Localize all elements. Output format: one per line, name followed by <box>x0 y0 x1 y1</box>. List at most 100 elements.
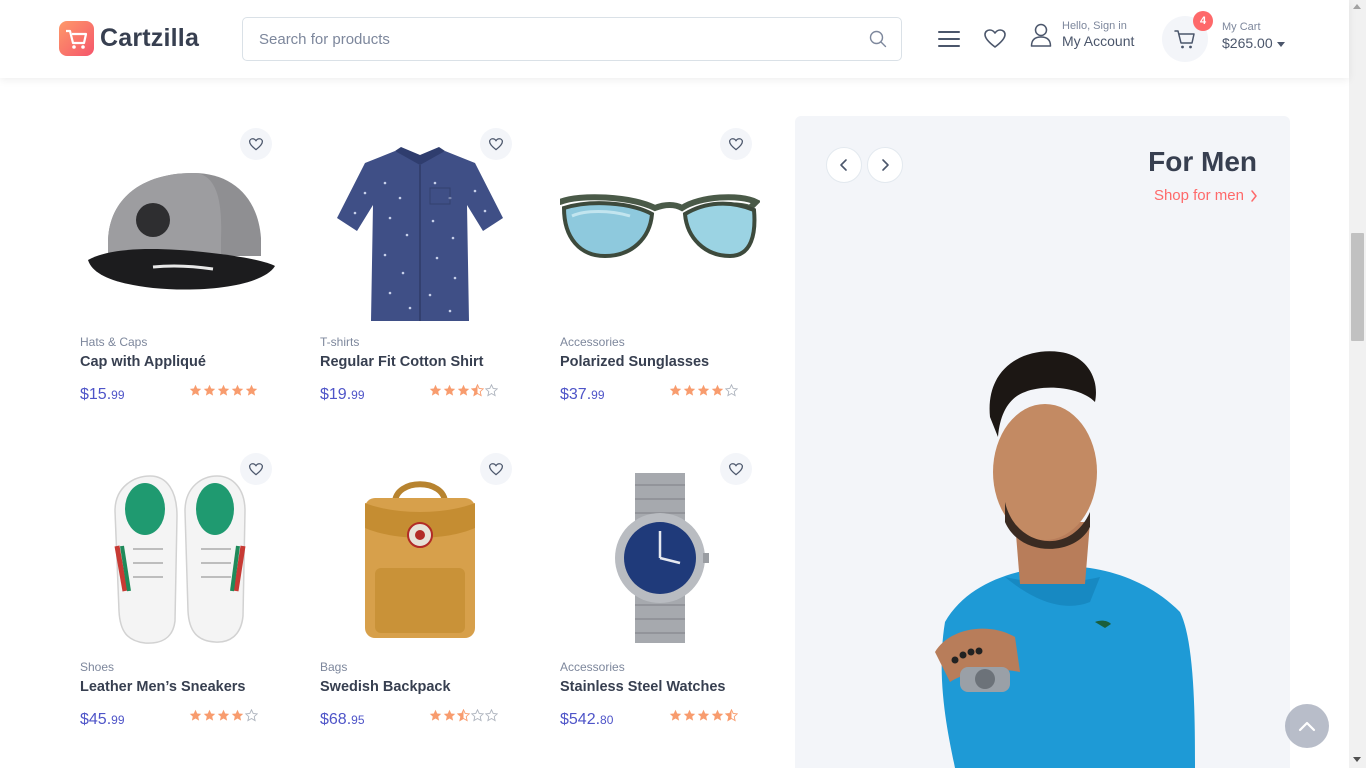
product-price: $68.95 <box>320 711 365 729</box>
star-filled-icon <box>429 384 442 396</box>
star-filled-icon <box>217 384 230 396</box>
product-category[interactable]: Shoes <box>80 660 114 674</box>
search-input[interactable] <box>243 18 843 60</box>
star-filled-icon <box>189 709 202 721</box>
product-category[interactable]: Accessories <box>560 660 625 674</box>
star-filled-icon <box>683 709 696 721</box>
star-filled-icon <box>443 384 456 396</box>
price-main: $68. <box>320 711 352 728</box>
product-card[interactable]: Accessories Stainless Steel Watches $542… <box>560 453 760 753</box>
star-empty-icon <box>485 384 498 397</box>
star-filled-icon <box>697 384 710 396</box>
product-name[interactable]: Stainless Steel Watches <box>560 679 725 695</box>
product-image-sneakers[interactable] <box>80 463 280 653</box>
star-filled-icon <box>429 709 442 721</box>
product-image-sunglasses[interactable] <box>560 138 760 328</box>
search-bar <box>242 17 902 61</box>
chevron-left-icon <box>840 159 847 171</box>
product-rating <box>429 709 498 722</box>
promo-title: For Men <box>1148 146 1257 177</box>
page-scrollbar[interactable] <box>1349 0 1366 768</box>
star-filled-icon <box>457 384 470 396</box>
product-category[interactable]: Hats & Caps <box>80 335 147 349</box>
product-name[interactable]: Leather Men’s Sneakers <box>80 679 245 695</box>
price-main: $542. <box>560 711 601 728</box>
product-image-shirt[interactable] <box>320 138 520 328</box>
star-filled-icon <box>245 384 258 396</box>
product-category[interactable]: Bags <box>320 660 347 674</box>
price-cents: 95 <box>351 713 365 727</box>
account-label: My Account <box>1062 33 1135 50</box>
cart-logo-icon <box>59 21 94 56</box>
product-rating <box>189 384 258 397</box>
star-filled-icon <box>697 709 710 721</box>
star-empty-icon <box>725 384 738 397</box>
product-price: $542.80 <box>560 711 613 729</box>
star-empty-icon <box>471 709 484 722</box>
scrollbar-thumb[interactable] <box>1351 233 1364 341</box>
product-price: $37.99 <box>560 386 605 404</box>
product-price: $45.99 <box>80 711 125 729</box>
product-category[interactable]: Accessories <box>560 335 625 349</box>
logo[interactable]: Cartzilla <box>59 21 199 56</box>
price-main: $37. <box>560 386 592 403</box>
star-empty-icon <box>485 709 498 722</box>
price-main: $19. <box>320 386 352 403</box>
product-name[interactable]: Polarized Sunglasses <box>560 354 709 370</box>
product-image-backpack[interactable] <box>320 463 520 653</box>
cart-total-dropdown[interactable]: $265.00 <box>1222 35 1285 53</box>
menu-icon[interactable] <box>938 30 960 48</box>
star-filled-icon <box>711 709 724 721</box>
star-half-icon <box>457 709 470 722</box>
promo-banner-men: For Men Shop for men <box>795 116 1290 768</box>
star-filled-icon <box>711 384 724 396</box>
scroll-to-top-button[interactable] <box>1285 704 1329 748</box>
star-filled-icon <box>189 384 202 396</box>
star-filled-icon <box>203 709 216 721</box>
product-price: $19.99 <box>320 386 365 404</box>
product-category[interactable]: T-shirts <box>320 335 359 349</box>
product-name[interactable]: Swedish Backpack <box>320 679 451 695</box>
product-card[interactable]: T-shirts Regular Fit Cotton Shirt $19.99 <box>320 128 520 428</box>
star-filled-icon <box>669 709 682 721</box>
product-image-watch[interactable] <box>560 463 760 653</box>
header: Cartzilla Hello, Sign in My Account <box>0 0 1349 78</box>
star-filled-icon <box>683 384 696 396</box>
product-card[interactable]: Accessories Polarized Sunglasses $37.99 <box>560 128 760 428</box>
chevron-right-icon <box>882 159 889 171</box>
star-filled-icon <box>669 384 682 396</box>
caret-down-icon <box>1276 41 1285 47</box>
scroll-up-arrow-icon[interactable] <box>1353 4 1361 9</box>
product-image-cap[interactable] <box>80 138 280 328</box>
carousel-prev-button[interactable] <box>826 147 862 183</box>
cart-total: $265.00 <box>1222 34 1273 51</box>
price-cents: 80 <box>600 713 614 727</box>
product-card[interactable]: Shoes Leather Men’s Sneakers $45.99 <box>80 453 280 753</box>
cart-icon-wrapper[interactable]: 4 <box>1162 11 1213 62</box>
scroll-down-arrow-icon[interactable] <box>1353 757 1361 762</box>
price-main: $45. <box>80 711 112 728</box>
star-filled-icon <box>231 709 244 721</box>
cart-icon <box>1174 30 1195 49</box>
price-cents: 99 <box>111 388 125 402</box>
product-name[interactable]: Regular Fit Cotton Shirt <box>320 354 484 370</box>
chevron-right-icon <box>1251 189 1257 202</box>
wishlist-heart-icon[interactable] <box>984 29 1006 49</box>
product-rating <box>669 709 738 722</box>
cart-button[interactable]: 4 My Cart $265.00 <box>1162 11 1285 62</box>
logo-text: Cartzilla <box>100 24 200 52</box>
product-name[interactable]: Cap with Appliqué <box>80 354 206 370</box>
shop-for-men-link[interactable]: Shop for men <box>1154 187 1258 204</box>
model-man-image <box>935 351 1195 768</box>
promo-link-label: Shop for men <box>1153 187 1244 204</box>
user-icon <box>1030 23 1052 47</box>
price-cents: 99 <box>591 388 605 402</box>
star-half-icon <box>725 709 738 722</box>
star-filled-icon <box>203 384 216 396</box>
account-link[interactable]: Hello, Sign in My Account <box>1030 20 1134 50</box>
carousel-next-button[interactable] <box>867 147 903 183</box>
product-card[interactable]: Hats & Caps Cap with Appliqué $15.99 <box>80 128 280 428</box>
product-card[interactable]: Bags Swedish Backpack $68.95 <box>320 453 520 753</box>
star-filled-icon <box>231 384 244 396</box>
search-icon[interactable] <box>869 30 887 48</box>
